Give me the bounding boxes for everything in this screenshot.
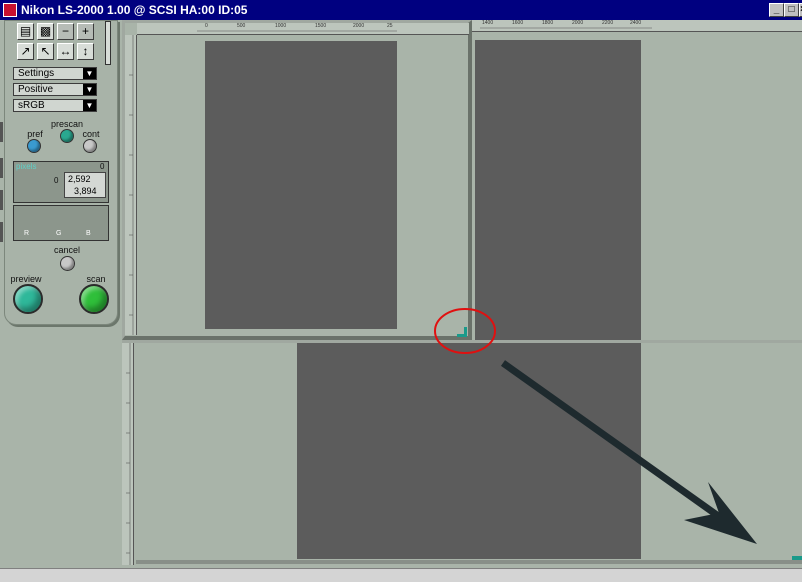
maximize-button[interactable]: □ xyxy=(784,3,799,17)
b-label: B xyxy=(86,230,91,237)
side-tab[interactable] xyxy=(0,158,3,178)
cancel-button[interactable] xyxy=(60,256,75,271)
film-type-value: Positive xyxy=(18,84,54,95)
pixels-info-box: pixels 0 0 2,592 3,894 xyxy=(13,161,109,203)
annotation-arrow-shaft xyxy=(500,360,741,533)
crop-size-display: 2,592 3,894 xyxy=(64,172,106,198)
scan-area-icon[interactable]: ▤ xyxy=(17,23,34,40)
cancel-label: cancel xyxy=(53,245,80,255)
app-icon[interactable] xyxy=(3,3,17,17)
rotate-right-icon[interactable]: ↗ xyxy=(17,43,34,60)
annotation-circle xyxy=(434,308,496,354)
preview-workspace: 0 500 1000 1500 2000 25 1400 1600 1800 2… xyxy=(0,20,802,568)
title-bar: Nikon LS-2000 1.00 @ SCSI HA:00 ID:05 _ … xyxy=(0,0,802,20)
g-label: G xyxy=(56,230,62,237)
preview-label: preview xyxy=(10,274,42,284)
chevron-down-icon: ▼ xyxy=(83,100,96,111)
film-type-dropdown[interactable]: Positive ▼ xyxy=(13,83,97,96)
scan-button[interactable] xyxy=(79,284,109,314)
chevron-down-icon: ▼ xyxy=(83,84,96,95)
side-tab[interactable] xyxy=(0,222,3,242)
minimize-button[interactable]: _ xyxy=(769,3,784,17)
control-panel: ▤ ▩ − + ↗ ↖ ↔ ↕ Settings ▼ Positive ▼ sR… xyxy=(4,20,118,325)
settings-value: Settings xyxy=(18,68,55,79)
annotation-arrow-head xyxy=(684,482,757,544)
flip-horizontal-icon[interactable]: ↔ xyxy=(57,43,74,60)
zoom-in-icon[interactable]: + xyxy=(77,23,94,40)
width-value: 2,592 xyxy=(68,174,91,184)
rotate-left-icon[interactable]: ↖ xyxy=(37,43,54,60)
pref-label: pref xyxy=(27,129,43,139)
zoom-out-icon[interactable]: − xyxy=(57,23,74,40)
annotation-overlay xyxy=(434,308,757,544)
preview-button[interactable] xyxy=(13,284,43,314)
r-label: R xyxy=(24,230,30,237)
scan-label: scan xyxy=(86,274,106,284)
status-bar xyxy=(0,568,802,582)
pixels-label: pixels xyxy=(16,162,37,171)
chevron-down-icon: ▼ xyxy=(83,68,96,79)
color-space-dropdown[interactable]: sRGB ▼ xyxy=(13,99,97,112)
cont-label: cont xyxy=(82,129,100,139)
prescan-button[interactable] xyxy=(60,129,74,143)
window-title: Nikon LS-2000 1.00 @ SCSI HA:00 ID:05 xyxy=(21,3,248,17)
coord-left: 0 xyxy=(54,176,59,185)
coord-top: 0 xyxy=(100,162,105,171)
cont-button[interactable] xyxy=(83,139,97,153)
height-value: 3,894 xyxy=(74,186,97,196)
side-tab[interactable] xyxy=(0,122,3,142)
panel-scrollbar[interactable] xyxy=(105,21,111,65)
color-space-value: sRGB xyxy=(18,100,45,111)
flip-vertical-icon[interactable]: ↕ xyxy=(77,43,94,60)
prescan-label: prescan xyxy=(50,119,84,129)
histogram-box: R G B xyxy=(13,205,109,241)
pref-button[interactable] xyxy=(27,139,41,153)
side-tab[interactable] xyxy=(0,190,3,210)
settings-dropdown[interactable]: Settings ▼ xyxy=(13,67,97,80)
checker-icon[interactable]: ▩ xyxy=(37,23,54,40)
